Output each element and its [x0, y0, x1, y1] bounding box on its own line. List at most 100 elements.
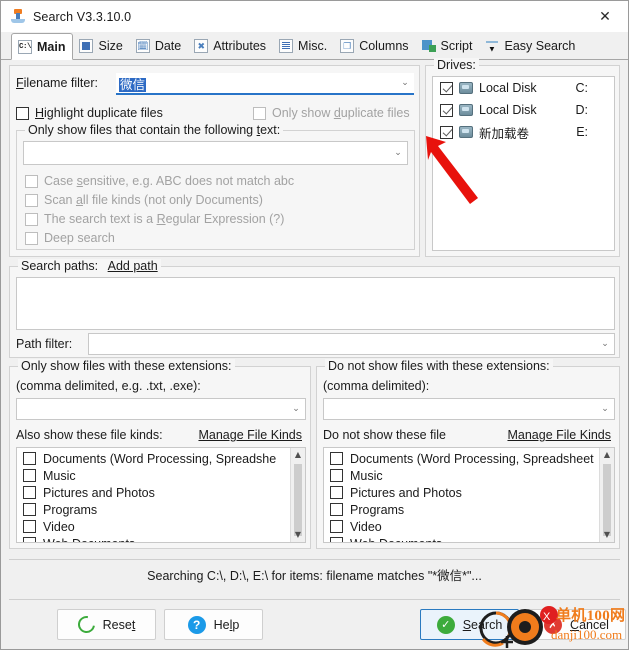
tab-date[interactable]: Date [130, 33, 188, 59]
scroll-up-icon[interactable]: ▲ [291, 448, 305, 462]
checkbox-box[interactable] [330, 469, 343, 482]
highlight-duplicates-checkbox[interactable]: Highlight duplicate files [16, 106, 163, 120]
tab-size[interactable]: Size [73, 33, 129, 59]
list-item[interactable]: Music [17, 467, 305, 484]
close-icon[interactable]: ✕ [582, 1, 628, 32]
list-item[interactable]: Video [324, 518, 614, 535]
scroll-up-icon[interactable]: ▲ [600, 448, 614, 462]
deep-search-label: Deep search [44, 231, 115, 245]
scan-all-kinds-label: Scan all file kinds (not only Documents) [44, 193, 263, 207]
attributes-icon [194, 39, 209, 53]
scroll-down-icon[interactable]: ▼ [600, 528, 614, 542]
kind-label: Web Documents [350, 537, 442, 543]
contains-text-input[interactable]: ⌄ [23, 141, 408, 165]
chevron-down-icon[interactable]: ⌄ [396, 78, 414, 88]
status-text: Searching C:\, D:\, E:\ for items: filen… [147, 569, 482, 583]
manage-file-kinds-link-exclude[interactable]: Manage File Kinds [507, 428, 611, 442]
chevron-down-icon[interactable]: ⌄ [287, 404, 305, 414]
script-icon [421, 39, 436, 53]
checkbox-box[interactable] [23, 503, 36, 516]
tab-main-label: Main [37, 39, 66, 54]
disk-icon [459, 82, 473, 94]
refresh-icon [74, 612, 98, 637]
list-item[interactable]: Music [324, 467, 614, 484]
tab-script[interactable]: Script [416, 33, 480, 59]
tab-easy-search[interactable]: Easy Search [479, 33, 582, 59]
checkbox-box[interactable] [330, 503, 343, 516]
button-bar: Reset ? Help ✓ Search ✗ Cancel [9, 599, 626, 649]
only-duplicates-checkbox: Only show duplicate files [253, 106, 410, 120]
question-icon: ? [187, 615, 206, 634]
checkbox-box[interactable] [330, 452, 343, 465]
checkbox-box[interactable] [440, 81, 453, 95]
list-item[interactable]: Pictures and Photos [17, 484, 305, 501]
reset-button-label: Reset [102, 617, 136, 632]
tab-columns[interactable]: Columns [334, 33, 415, 59]
list-item[interactable]: Documents (Word Processing, Spreadsheet [324, 450, 614, 467]
tab-attributes[interactable]: Attributes [188, 33, 273, 59]
filename-filter-value: 微信 [119, 77, 147, 92]
kind-label: Pictures and Photos [350, 485, 462, 500]
drive-row-c[interactable]: Local Disk C: [433, 77, 614, 99]
scrollbar-include-kinds[interactable]: ▲ ▼ [290, 448, 305, 542]
checkbox-box[interactable] [23, 537, 36, 542]
chevron-down-icon[interactable]: ⌄ [596, 339, 614, 349]
case-sensitive-label: Case sensitive, e.g. ABC does not match … [44, 174, 295, 188]
kind-label: Web Documents [43, 537, 135, 543]
drives-list[interactable]: Local Disk C: Local Disk D: 新加载卷 E: [432, 76, 615, 251]
exclude-extensions-input[interactable]: ⌄ [323, 398, 615, 420]
include-extensions-input[interactable]: ⌄ [16, 398, 306, 420]
kind-label: Programs [350, 502, 405, 517]
checkbox-box[interactable] [23, 520, 36, 533]
include-kinds-list[interactable]: Documents (Word Processing, Spreadshe Mu… [16, 447, 306, 543]
add-path-link[interactable]: Add path [108, 259, 158, 273]
tab-misc[interactable]: Misc. [273, 33, 334, 59]
scan-all-kinds-checkbox: Scan all file kinds (not only Documents) [25, 193, 263, 207]
list-item[interactable]: Programs [324, 501, 614, 518]
reset-button[interactable]: Reset [57, 609, 156, 640]
checkbox-box[interactable] [440, 125, 453, 139]
checkbox-box[interactable] [23, 469, 36, 482]
list-item[interactable]: Web Documents [17, 535, 305, 543]
scrollbar-exclude-kinds[interactable]: ▲ ▼ [599, 448, 614, 542]
exclude-extensions-legend: Do not show files with these extensions: [325, 359, 553, 373]
app-pin-icon [10, 8, 26, 25]
search-button-label: Search [462, 617, 503, 632]
drive-row-e[interactable]: 新加载卷 E: [433, 121, 614, 143]
list-item[interactable]: Programs [17, 501, 305, 518]
contains-text-panel: Only show files that contain the followi… [16, 123, 415, 250]
checkbox-box[interactable] [23, 486, 36, 499]
checkbox-box[interactable] [23, 452, 36, 465]
checkbox-box[interactable] [330, 520, 343, 533]
search-paths-list[interactable] [16, 277, 615, 330]
list-item[interactable]: Documents (Word Processing, Spreadshe [17, 450, 305, 467]
checkbox-box[interactable] [330, 537, 343, 542]
regex-label: The search text is a Regular Expression … [44, 212, 285, 226]
manage-file-kinds-link-include[interactable]: Manage File Kinds [198, 428, 302, 442]
list-item[interactable]: Web Documents [324, 535, 614, 543]
scroll-down-icon[interactable]: ▼ [291, 528, 305, 542]
include-extensions-legend: Only show files with these extensions: [18, 359, 235, 373]
list-item[interactable]: Video [17, 518, 305, 535]
scrollbar-thumb[interactable] [294, 464, 302, 536]
tab-main[interactable]: C:\ Main [11, 33, 74, 60]
drives-legend: Drives: [434, 58, 479, 72]
path-filter-input[interactable]: ⌄ [88, 333, 615, 355]
chevron-down-icon[interactable]: ⌄ [596, 404, 614, 414]
help-button-label: Help [213, 617, 240, 632]
check-circle-icon: ✓ [436, 615, 455, 634]
checkbox-box[interactable] [440, 103, 453, 117]
tab-columns-label: Columns [359, 39, 409, 53]
search-button[interactable]: ✓ Search [420, 609, 519, 640]
tab-easy-search-label: Easy Search [504, 39, 576, 53]
window-title: Search V3.3.10.0 [33, 9, 132, 24]
scrollbar-thumb[interactable] [603, 464, 611, 536]
exclude-kinds-list[interactable]: Documents (Word Processing, Spreadsheet … [323, 447, 615, 543]
checkbox-box[interactable] [330, 486, 343, 499]
filename-filter-input[interactable]: 微信 ⌄ [116, 73, 414, 95]
drive-row-d[interactable]: Local Disk D: [433, 99, 614, 121]
list-item[interactable]: Pictures and Photos [324, 484, 614, 501]
help-button[interactable]: ? Help [164, 609, 263, 640]
chevron-down-icon[interactable]: ⌄ [389, 148, 407, 158]
filename-panel: Filename filter: 微信 ⌄ Highlight duplicat… [9, 65, 420, 257]
